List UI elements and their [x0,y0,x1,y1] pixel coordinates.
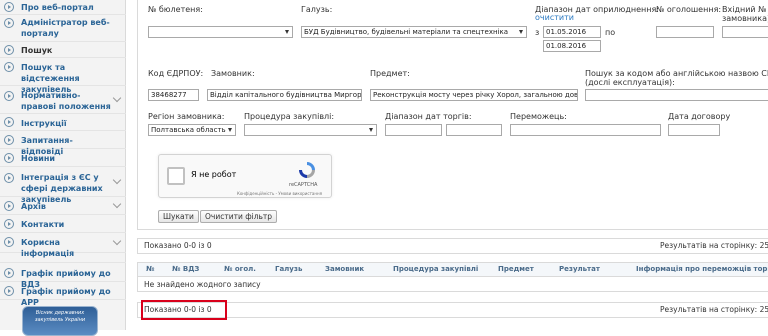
sidebar-item-schedule-vdz[interactable]: Графік прийому до ВДЗ [0,262,126,289]
procedure-label: Процедура закупівлі: [244,112,335,121]
dropdown-arrow-icon [228,128,232,132]
arrow-circle-icon [4,153,14,163]
procedure-select[interactable] [244,124,377,136]
chevron-down-icon [112,93,122,103]
customer-field[interactable]: Відділ капітального будівництва Миргород… [207,89,362,101]
dropdown-arrow-icon [519,30,523,34]
results-count: Показано 0-0 із 0 [144,241,212,250]
results-summary-bottom: Показано 0-0 із 0 Результатів на сторінк… [137,302,768,318]
subject-field[interactable]: Реконструкція мосту через річку Хорол, з… [370,89,578,101]
arrow-circle-icon [4,2,14,12]
arrow-circle-icon [4,91,14,101]
per-page-selector[interactable]: Результатів на сторінку: 25 | 5 [660,239,768,253]
per-page-selector[interactable]: Результатів на сторінку: 25 | 5 [660,303,768,317]
arrow-circle-icon [4,201,14,211]
sidebar-item-eu-integration[interactable]: Інтеграція з ЄС у сфері державних закупі… [0,167,126,204]
col-customer[interactable]: Замовник [325,265,364,273]
table-header: № № ВДЗ № огол. Галузь Замовник Процедур… [138,263,768,277]
results-summary-top: Показано 0-0 із 0 Результатів на сторінк… [137,238,768,254]
highlight-box [141,300,227,320]
contract-date-label: Дата договору [668,112,731,121]
col-procedure[interactable]: Процедура закупівлі [393,265,478,273]
winner-field[interactable] [510,124,661,136]
tender-date-from-field[interactable] [385,124,442,136]
chevron-down-icon [112,175,122,185]
sidebar-item-schedule-arr[interactable]: Графік прийому до АРР [0,282,126,307]
date-from-field[interactable]: 01.05.2016 [543,26,601,38]
col-industry[interactable]: Галузь [275,265,302,273]
edrpou-label: Код ЄДРПОУ: [148,69,204,78]
tender-date-to-field[interactable] [446,124,502,136]
tender-dates-label: Діапазон дат торгів: [385,112,472,121]
sidebar-item-news[interactable]: Новини [0,149,126,167]
arrow-circle-icon [4,173,14,183]
sidebar-item-useful-info[interactable]: Корисна інформація [0,233,126,258]
incoming-number-field[interactable] [722,26,768,38]
arrow-circle-icon [4,237,14,247]
main-content: № бюлетеня: Галузь: БУД Будівництво, буд… [127,0,768,330]
industry-select[interactable]: БУД Будівництво, будівельні матеріали та… [301,26,527,38]
date-from-prefix: з [535,28,540,37]
sidebar-item-search[interactable]: Пошук [0,42,126,58]
recaptcha-logo-icon [299,162,315,178]
customer-label: Замовник: [211,69,255,78]
subject-label: Предмет: [370,69,410,78]
arrow-circle-icon [4,117,14,127]
date-to-field[interactable]: 01.08.2016 [543,40,601,52]
bulletin-label: № бюлетеня: [148,5,203,14]
results-table: № № ВДЗ № огол. Галузь Замовник Процедур… [137,262,768,292]
sidebar-item-regulations[interactable]: Нормативно-правові положення [0,86,126,114]
recaptcha-widget: Я не робот reCAPTCHA Конфіденційність - … [158,154,332,198]
edrpou-field[interactable]: 38468277 [148,89,199,101]
clear-filter-button[interactable]: Очистити фільтр [200,210,278,223]
incoming-number-label: Вхідний № (д замовника): [722,5,768,23]
arrow-circle-icon [4,18,14,28]
bulletin-select[interactable] [148,26,293,38]
notice-number-label: № оголошення: [656,5,722,14]
col-notice-number[interactable]: № огол. [224,265,256,273]
arrow-circle-icon [4,286,14,296]
arrow-circle-icon [4,219,14,229]
recaptcha-text: Я не робот [191,170,237,179]
clear-dates-link[interactable]: очистити [535,13,574,22]
date-to-prefix: по [605,28,616,37]
sidebar-item-archive[interactable]: Архів [0,197,126,215]
dropdown-arrow-icon [369,128,373,132]
recaptcha-checkbox[interactable] [167,167,185,185]
cpv-field[interactable] [585,89,768,101]
empty-message: Не знайдено жодного запису [144,280,261,289]
search-button[interactable]: Шукати [158,210,199,223]
contract-date-field[interactable] [668,124,720,136]
col-winners-info[interactable]: Інформація про переможців торгів [636,265,768,273]
sidebar: Про веб-портал Адміністратор веб-порталу… [0,0,126,336]
region-select[interactable]: Полтавська область [148,124,236,136]
industry-label: Галузь: [301,5,333,14]
vdz-logo[interactable]: Вісник державних закупівель України [22,306,98,336]
recaptcha-brand: reCAPTCHA [289,182,318,188]
winner-label: Переможець: [510,112,567,121]
sidebar-item-tracking[interactable]: Пошук та відстеження закупівель [0,58,126,94]
sidebar-item-instructions[interactable]: Інструкції [0,114,126,131]
dropdown-arrow-icon [285,30,289,34]
arrow-circle-icon [4,45,14,55]
arrow-circle-icon [4,135,14,145]
search-filter-panel: № бюлетеня: Галузь: БУД Будівництво, буд… [137,0,768,230]
sidebar-item-about[interactable]: Про веб-портал [0,0,126,15]
sidebar-item-admin[interactable]: Адміністратор веб-порталу [0,15,126,42]
region-label: Регіон замовника: [148,112,225,121]
col-result[interactable]: Результат [559,265,600,273]
arrow-circle-icon [4,268,14,278]
sidebar-item-contacts[interactable]: Контакти [0,215,126,233]
chevron-down-icon [112,199,122,209]
sidebar-item-faq[interactable]: Запитання-відповіді [0,131,126,156]
arrow-circle-icon [4,62,14,72]
col-number[interactable]: № [146,265,154,273]
chevron-down-icon [112,236,122,246]
col-subject[interactable]: Предмет [498,265,534,273]
notice-number-field[interactable] [656,26,714,38]
cpv-label: Пошук за кодом або англійською назвою CP… [585,69,768,87]
recaptcha-privacy-link[interactable]: Конфіденційність - Умови використання [237,191,322,196]
col-vdz-number[interactable]: № ВДЗ [172,265,199,273]
